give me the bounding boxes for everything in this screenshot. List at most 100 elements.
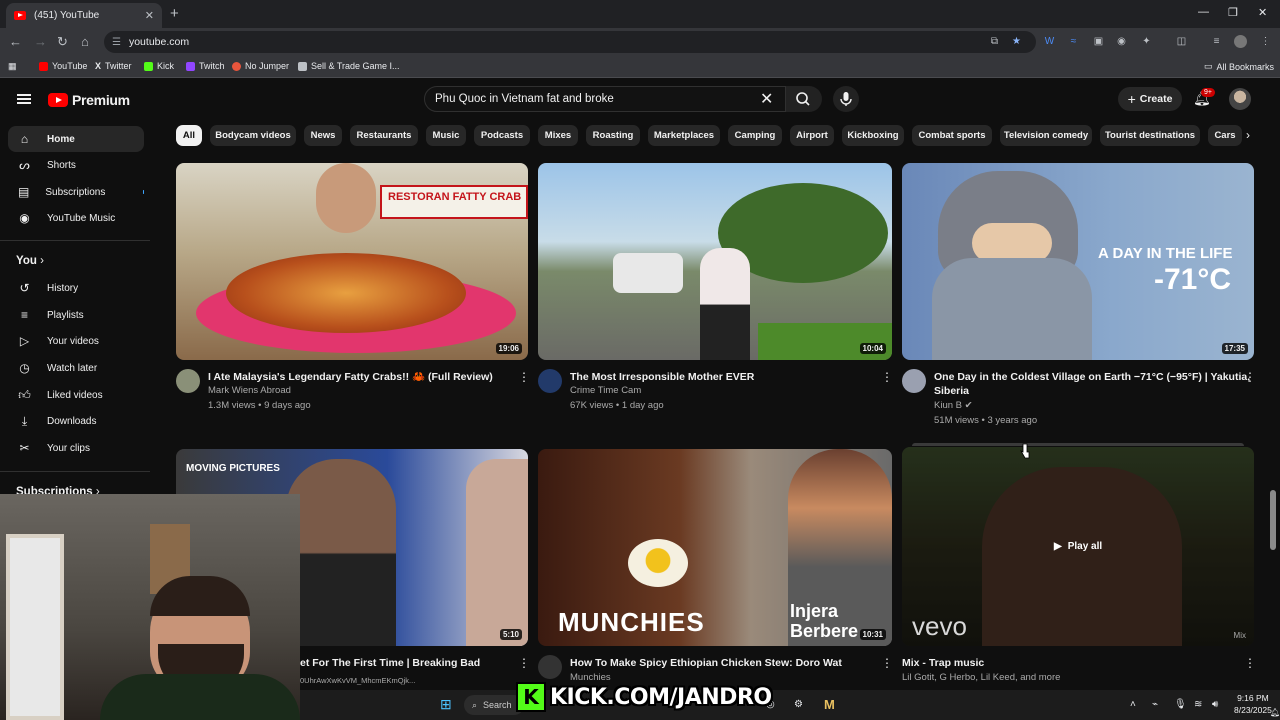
- sidebar-item-liked-videos[interactable]: 👍︎ Liked videos: [8, 382, 144, 408]
- bookmark-no-jumper[interactable]: No Jumper: [232, 61, 289, 71]
- tray-overflow-icon[interactable]: ˄: [1130, 699, 1136, 710]
- address-bar[interactable]: ☰ youtube.com: [104, 31, 1036, 53]
- channel-avatar[interactable]: [902, 369, 926, 393]
- reading-list-icon[interactable]: ≡: [1210, 35, 1223, 48]
- extension-w-icon[interactable]: W: [1043, 35, 1056, 48]
- video-title[interactable]: I Ate Malaysia's Legendary Fatty Crabs!!…: [208, 370, 508, 384]
- more-actions-icon[interactable]: ⋮: [518, 370, 530, 384]
- channel-avatar[interactable]: [538, 369, 562, 393]
- channel-name[interactable]: Mark Wiens Abroad: [208, 384, 291, 398]
- video-title[interactable]: Mix - Trap music: [902, 656, 1202, 670]
- chip-camping[interactable]: Camping: [728, 125, 782, 146]
- sidebar-item-playlists[interactable]: ≡ Playlists: [8, 302, 144, 328]
- install-icon[interactable]: ⧉: [988, 35, 1001, 48]
- channel-name[interactable]: 0UhrAwXwKvVM_MhcmEKmQjk...: [300, 674, 415, 688]
- chip-television-comedy[interactable]: Television comedy: [1000, 125, 1092, 146]
- chip-kickboxing[interactable]: Kickboxing: [842, 125, 904, 146]
- video-title[interactable]: et For The First Time | Breaking Bad: [300, 656, 510, 670]
- chips-next-arrow-icon[interactable]: ›: [1246, 128, 1250, 142]
- more-actions-icon[interactable]: ⋮: [881, 370, 893, 384]
- chip-bodycam-videos[interactable]: Bodycam videos: [210, 125, 296, 146]
- chip-marketplaces[interactable]: Marketplaces: [648, 125, 720, 146]
- browser-tab-youtube[interactable]: (451) YouTube ✕: [6, 3, 162, 28]
- youtube-premium-logo[interactable]: Premium: [48, 92, 130, 108]
- all-bookmarks-button[interactable]: ▭ All Bookmarks: [1204, 61, 1274, 72]
- sidebar-item-home[interactable]: ⌂ Home: [8, 126, 144, 152]
- tray-network-icon[interactable]: ⌁: [1152, 699, 1158, 710]
- page-scrollbar[interactable]: [1270, 490, 1276, 550]
- back-icon[interactable]: ←: [9, 34, 22, 49]
- voice-search-button[interactable]: [833, 86, 859, 112]
- extension-circle-icon[interactable]: ◉: [1115, 35, 1128, 48]
- home-browser-icon[interactable]: ⌂: [81, 34, 89, 49]
- browser-menu-icon[interactable]: ⋮: [1259, 35, 1272, 48]
- video-title[interactable]: How To Make Spicy Ethiopian Chicken Stew…: [570, 656, 870, 670]
- chip-mixes[interactable]: Mixes: [538, 125, 578, 146]
- bookmark-twitter[interactable]: X Twitter: [95, 61, 132, 71]
- search-input[interactable]: Phu Quoc in Vietnam fat and broke: [424, 86, 786, 112]
- sidebar-item-subscriptions[interactable]: ▤ Subscriptions: [8, 179, 144, 205]
- extension-translate-icon[interactable]: ≈: [1067, 35, 1080, 48]
- windows-start-icon[interactable]: ⊞: [440, 696, 452, 713]
- taskbar-clock[interactable]: 9:16 PM 8/23/2025: [1234, 692, 1272, 716]
- more-actions-icon[interactable]: ⋮: [518, 656, 530, 670]
- channel-avatar[interactable]: [538, 655, 562, 679]
- hamburger-menu-icon[interactable]: [17, 94, 31, 104]
- video-thumbnail[interactable]: A DAY IN THE LIFE -71°C 17:35: [902, 163, 1254, 360]
- video-thumbnail[interactable]: ▶ Play all vevo Mix: [902, 447, 1254, 646]
- site-info-icon[interactable]: ☰: [112, 37, 121, 48]
- chip-music[interactable]: Music: [426, 125, 466, 146]
- video-thumbnail[interactable]: RESTORAN FATTY CRAB 19:06: [176, 163, 528, 360]
- more-actions-icon[interactable]: ⋮: [881, 656, 893, 670]
- more-actions-icon[interactable]: ⋮: [1244, 656, 1256, 670]
- bookmark-kick[interactable]: Kick: [144, 61, 174, 71]
- chip-airport[interactable]: Airport: [790, 125, 834, 146]
- account-avatar[interactable]: [1229, 88, 1251, 110]
- chip-all[interactable]: All: [176, 125, 202, 146]
- bookmark-youtube[interactable]: YouTube: [39, 61, 87, 71]
- video-title-line-1[interactable]: One Day in the Coldest Village on Earth …: [934, 370, 1250, 384]
- sidepanel-icon[interactable]: ◫: [1175, 35, 1188, 48]
- chip-news[interactable]: News: [304, 125, 342, 146]
- new-tab-button[interactable]: +: [170, 5, 179, 22]
- bookmark-sell-trade[interactable]: Sell & Trade Game I...: [298, 61, 400, 71]
- bookmark-twitch[interactable]: Twitch: [186, 61, 225, 71]
- bookmark-star-icon[interactable]: ★: [1010, 35, 1023, 48]
- minimize-button[interactable]: —: [1198, 6, 1209, 18]
- apps-icon[interactable]: ▦: [8, 61, 17, 72]
- app-m-taskbar-icon[interactable]: M: [824, 697, 835, 712]
- video-thumbnail[interactable]: MUNCHIES Injera Berbere 10:31: [538, 449, 892, 646]
- sidebar-item-your-clips[interactable]: ✂ Your clips: [8, 435, 144, 461]
- chip-cars[interactable]: Cars: [1208, 125, 1242, 146]
- chip-podcasts[interactable]: Podcasts: [474, 125, 530, 146]
- close-window-button[interactable]: ✕: [1258, 6, 1267, 19]
- chip-roasting[interactable]: Roasting: [586, 125, 640, 146]
- create-button[interactable]: + Create: [1118, 87, 1182, 111]
- sidebar-item-youtube-music[interactable]: ◉ YouTube Music: [8, 205, 144, 231]
- channel-avatar[interactable]: [176, 369, 200, 393]
- sidebar-item-history[interactable]: ↺ History: [8, 275, 144, 301]
- more-actions-icon[interactable]: ⋮: [1244, 370, 1256, 384]
- forward-icon[interactable]: →: [34, 34, 47, 49]
- extension-tabs-icon[interactable]: ▣: [1092, 35, 1105, 48]
- video-title-line-2[interactable]: Siberia: [934, 384, 1234, 398]
- profile-avatar-icon[interactable]: [1234, 35, 1247, 48]
- tray-volume-icon[interactable]: 🔊︎: [1212, 699, 1218, 710]
- video-title[interactable]: The Most Irresponsible Mother EVER: [570, 370, 870, 384]
- channel-name[interactable]: Kiun B ✔: [934, 399, 973, 413]
- chip-restaurants[interactable]: Restaurants: [350, 125, 418, 146]
- tray-wifi-icon[interactable]: ≋: [1194, 699, 1202, 710]
- chip-combat-sports[interactable]: Combat sports: [912, 125, 992, 146]
- tab-close-icon[interactable]: ✕: [145, 9, 154, 22]
- clear-search-icon[interactable]: ✕: [760, 89, 773, 109]
- chip-tourist-destinations[interactable]: Tourist destinations: [1100, 125, 1200, 146]
- channel-name[interactable]: Crime Time Cam: [570, 384, 641, 398]
- taskbar-search[interactable]: ⌕ Search: [464, 695, 524, 715]
- maximize-button[interactable]: ❐: [1228, 6, 1238, 19]
- extensions-puzzle-icon[interactable]: ✦: [1140, 35, 1153, 48]
- notifications-bell-taskbar-icon[interactable]: 🔔︎: [1270, 708, 1280, 717]
- sidebar-you-heading[interactable]: You ›: [16, 255, 44, 267]
- sidebar-item-watch-later[interactable]: ◷ Watch later: [8, 355, 144, 381]
- play-all-button[interactable]: ▶ Play all: [1054, 541, 1102, 552]
- tray-mic-icon[interactable]: 🎙︎: [1174, 699, 1187, 710]
